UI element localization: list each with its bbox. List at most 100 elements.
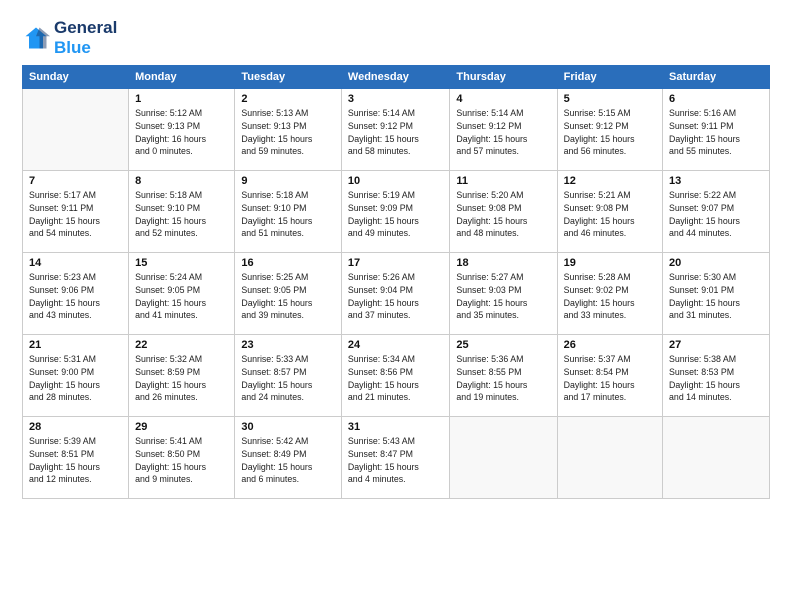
day-number: 17: [348, 257, 444, 269]
day-cell: 12 Sunrise: 5:21 AMSunset: 9:08 PMDayligh…: [557, 171, 662, 253]
day-cell: 20 Sunrise: 5:30 AMSunset: 9:01 PMDayligh…: [663, 253, 770, 335]
day-number: 26: [564, 339, 656, 351]
day-number: 4: [456, 93, 550, 105]
day-info: Sunrise: 5:23 AMSunset: 9:06 PMDaylight:…: [29, 271, 122, 322]
day-cell: 30 Sunrise: 5:42 AMSunset: 8:49 PMDayligh…: [235, 417, 342, 499]
day-info: Sunrise: 5:43 AMSunset: 8:47 PMDaylight:…: [348, 435, 444, 486]
day-info: Sunrise: 5:25 AMSunset: 9:05 PMDaylight:…: [241, 271, 335, 322]
day-cell: 15Sunrise: 5:24 AMSunset: 9:05 PMDayligh…: [129, 253, 235, 335]
header-row: SundayMondayTuesdayWednesdayThursdayFrid…: [23, 66, 770, 89]
day-info: Sunrise: 5:30 AMSunset: 9:01 PMDaylight:…: [669, 271, 763, 322]
day-info: Sunrise: 5:42 AMSunset: 8:49 PMDaylight:…: [241, 435, 335, 486]
logo-icon: [22, 24, 50, 52]
day-info: Sunrise: 5:24 AMSunset: 9:05 PMDaylight:…: [135, 271, 228, 322]
day-number: 30: [241, 421, 335, 433]
day-info: Sunrise: 5:41 AMSunset: 8:50 PMDaylight:…: [135, 435, 228, 486]
day-cell: 5Sunrise: 5:15 AMSunset: 9:12 PMDaylight…: [557, 89, 662, 171]
day-number: 3: [348, 93, 444, 105]
day-cell: 4 Sunrise: 5:14 AMSunset: 9:12 PMDaylight…: [450, 89, 557, 171]
calendar-page: General Blue SundayMondayTuesdayWednesda…: [0, 0, 792, 612]
day-info: Sunrise: 5:22 AMSunset: 9:07 PMDaylight:…: [669, 189, 763, 240]
day-info: Sunrise: 5:16 AMSunset: 9:11 PMDaylight:…: [669, 107, 763, 158]
col-header-sunday: Sunday: [23, 66, 129, 89]
day-cell: 21 Sunrise: 5:31 AMSunset: 9:00 PMDayligh…: [23, 335, 129, 417]
day-info: Sunrise: 5:18 AMSunset: 9:10 PMDaylight:…: [241, 189, 335, 240]
calendar-table: SundayMondayTuesdayWednesdayThursdayFrid…: [22, 65, 770, 499]
day-info: Sunrise: 5:19 AMSunset: 9:09 PMDaylight:…: [348, 189, 444, 240]
day-cell: 17Sunrise: 5:26 AMSunset: 9:04 PMDayligh…: [341, 253, 450, 335]
day-cell: 22Sunrise: 5:32 AMSunset: 8:59 PMDayligh…: [129, 335, 235, 417]
day-info: Sunrise: 5:33 AMSunset: 8:57 PMDaylight:…: [241, 353, 335, 404]
col-header-tuesday: Tuesday: [235, 66, 342, 89]
day-info: Sunrise: 5:31 AMSunset: 9:00 PMDaylight:…: [29, 353, 122, 404]
week-row-4: 21 Sunrise: 5:31 AMSunset: 9:00 PMDayligh…: [23, 335, 770, 417]
day-cell: 29 Sunrise: 5:41 AMSunset: 8:50 PMDayligh…: [129, 417, 235, 499]
day-info: Sunrise: 5:28 AMSunset: 9:02 PMDaylight:…: [564, 271, 656, 322]
day-number: 9: [241, 175, 335, 187]
col-header-monday: Monday: [129, 66, 235, 89]
day-number: 2: [241, 93, 335, 105]
day-cell: [557, 417, 662, 499]
day-info: Sunrise: 5:39 AMSunset: 8:51 PMDaylight:…: [29, 435, 122, 486]
day-cell: 11Sunrise: 5:20 AMSunset: 9:08 PMDayligh…: [450, 171, 557, 253]
day-cell: 7 Sunrise: 5:17 AMSunset: 9:11 PMDaylight…: [23, 171, 129, 253]
col-header-saturday: Saturday: [663, 66, 770, 89]
day-number: 29: [135, 421, 228, 433]
day-info: Sunrise: 5:15 AMSunset: 9:12 PMDaylight:…: [564, 107, 656, 158]
day-number: 16: [241, 257, 335, 269]
day-number: 12: [564, 175, 656, 187]
day-cell: 23Sunrise: 5:33 AMSunset: 8:57 PMDayligh…: [235, 335, 342, 417]
day-info: Sunrise: 5:20 AMSunset: 9:08 PMDaylight:…: [456, 189, 550, 240]
day-number: 31: [348, 421, 444, 433]
day-info: Sunrise: 5:14 AMSunset: 9:12 PMDaylight:…: [348, 107, 444, 158]
day-number: 28: [29, 421, 122, 433]
col-header-thursday: Thursday: [450, 66, 557, 89]
week-row-2: 7 Sunrise: 5:17 AMSunset: 9:11 PMDaylight…: [23, 171, 770, 253]
day-info: Sunrise: 5:18 AMSunset: 9:10 PMDaylight:…: [135, 189, 228, 240]
day-number: 19: [564, 257, 656, 269]
day-cell: 26 Sunrise: 5:37 AMSunset: 8:54 PMDayligh…: [557, 335, 662, 417]
day-cell: 10 Sunrise: 5:19 AMSunset: 9:09 PMDayligh…: [341, 171, 450, 253]
day-cell: 1 Sunrise: 5:12 AMSunset: 9:13 PMDaylight…: [129, 89, 235, 171]
day-cell: 6 Sunrise: 5:16 AMSunset: 9:11 PMDaylight…: [663, 89, 770, 171]
col-header-wednesday: Wednesday: [341, 66, 450, 89]
day-cell: 19 Sunrise: 5:28 AMSunset: 9:02 PMDayligh…: [557, 253, 662, 335]
week-row-1: 1 Sunrise: 5:12 AMSunset: 9:13 PMDaylight…: [23, 89, 770, 171]
day-info: Sunrise: 5:13 AMSunset: 9:13 PMDaylight:…: [241, 107, 335, 158]
day-cell: 28 Sunrise: 5:39 AMSunset: 8:51 PMDayligh…: [23, 417, 129, 499]
day-number: 21: [29, 339, 122, 351]
day-number: 13: [669, 175, 763, 187]
day-number: 6: [669, 93, 763, 105]
day-cell: 25 Sunrise: 5:36 AMSunset: 8:55 PMDayligh…: [450, 335, 557, 417]
day-number: 20: [669, 257, 763, 269]
day-number: 10: [348, 175, 444, 187]
day-number: 7: [29, 175, 122, 187]
day-cell: [450, 417, 557, 499]
day-cell: 27 Sunrise: 5:38 AMSunset: 8:53 PMDayligh…: [663, 335, 770, 417]
logo-text: General Blue: [54, 18, 117, 57]
day-info: Sunrise: 5:27 AMSunset: 9:03 PMDaylight:…: [456, 271, 550, 322]
day-info: Sunrise: 5:36 AMSunset: 8:55 PMDaylight:…: [456, 353, 550, 404]
day-info: Sunrise: 5:14 AMSunset: 9:12 PMDaylight:…: [456, 107, 550, 158]
day-number: 1: [135, 93, 228, 105]
day-info: Sunrise: 5:34 AMSunset: 8:56 PMDaylight:…: [348, 353, 444, 404]
day-info: Sunrise: 5:21 AMSunset: 9:08 PMDaylight:…: [564, 189, 656, 240]
logo: General Blue: [22, 18, 117, 57]
day-number: 27: [669, 339, 763, 351]
week-row-3: 14 Sunrise: 5:23 AMSunset: 9:06 PMDayligh…: [23, 253, 770, 335]
day-cell: 13 Sunrise: 5:22 AMSunset: 9:07 PMDayligh…: [663, 171, 770, 253]
day-info: Sunrise: 5:37 AMSunset: 8:54 PMDaylight:…: [564, 353, 656, 404]
day-number: 25: [456, 339, 550, 351]
week-row-5: 28 Sunrise: 5:39 AMSunset: 8:51 PMDayligh…: [23, 417, 770, 499]
day-info: Sunrise: 5:17 AMSunset: 9:11 PMDaylight:…: [29, 189, 122, 240]
col-header-friday: Friday: [557, 66, 662, 89]
day-info: Sunrise: 5:38 AMSunset: 8:53 PMDaylight:…: [669, 353, 763, 404]
day-cell: 18Sunrise: 5:27 AMSunset: 9:03 PMDayligh…: [450, 253, 557, 335]
day-number: 22: [135, 339, 228, 351]
day-cell: 31 Sunrise: 5:43 AMSunset: 8:47 PMDayligh…: [341, 417, 450, 499]
day-number: 24: [348, 339, 444, 351]
day-number: 14: [29, 257, 122, 269]
day-cell: 3 Sunrise: 5:14 AMSunset: 9:12 PMDaylight…: [341, 89, 450, 171]
day-cell: 2 Sunrise: 5:13 AMSunset: 9:13 PMDaylight…: [235, 89, 342, 171]
day-info: Sunrise: 5:12 AMSunset: 9:13 PMDaylight:…: [135, 107, 228, 158]
